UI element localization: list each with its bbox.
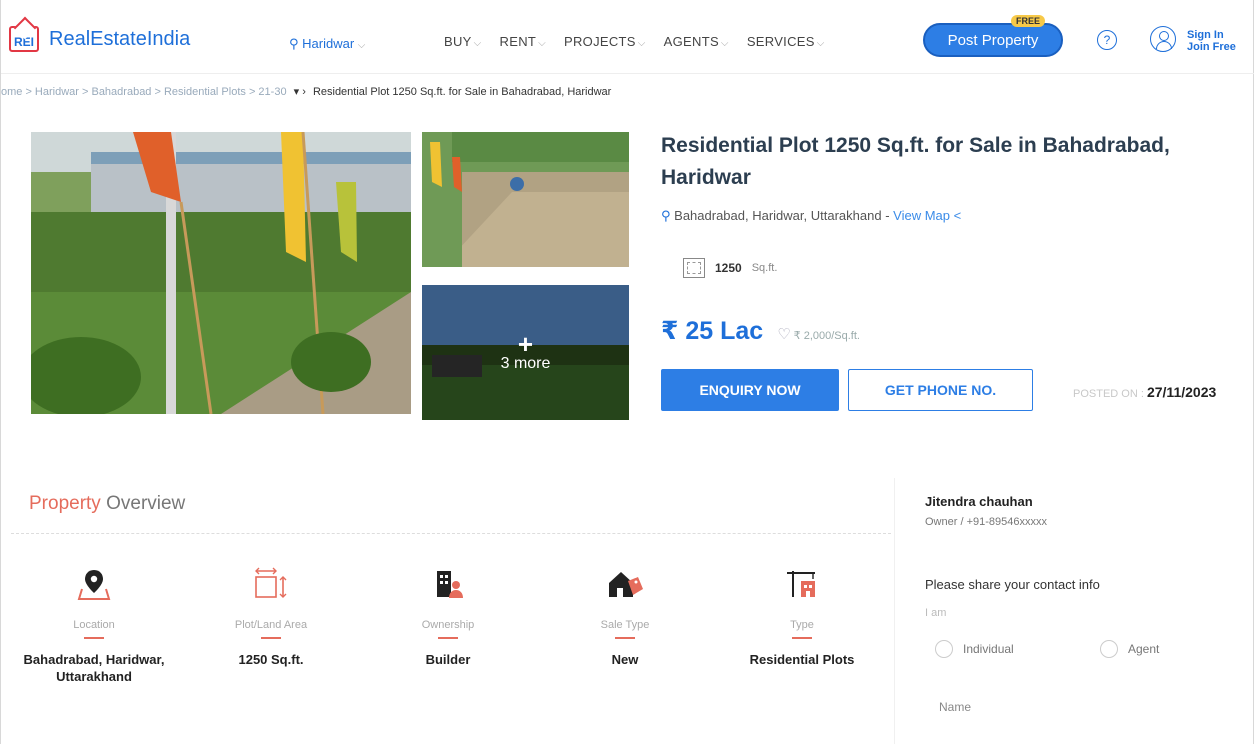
chevron-down-icon: ⌵ bbox=[538, 38, 547, 49]
posted-label: POSTED ON : bbox=[1073, 388, 1144, 400]
heart-icon[interactable]: ♡ bbox=[777, 326, 790, 343]
nav-item-rent[interactable]: RENT ⌵ bbox=[500, 34, 546, 49]
overview-title-b: Overview bbox=[106, 493, 186, 514]
radio-label: Agent bbox=[1128, 642, 1160, 656]
logo-text: RealEstateIndia bbox=[49, 27, 191, 50]
map-pin-icon: ⚲ bbox=[289, 36, 299, 51]
name-field[interactable]: Name bbox=[939, 700, 971, 714]
location-text: Bahadrabad, Haridwar, Uttarakhand bbox=[674, 208, 882, 223]
contact-panel: Jitendra chauhan Owner / +91-89546xxxxx … bbox=[894, 478, 1249, 744]
breadcrumb-current: Residential Plot 1250 Sq.ft. for Sale in… bbox=[312, 86, 612, 98]
chevron-down-icon: ⌵ bbox=[720, 38, 729, 49]
area-icon bbox=[186, 565, 356, 603]
overview-value: 1250 Sq.ft. bbox=[238, 652, 304, 667]
property-location: ⚲ Bahadrabad, Haridwar, Uttarakhand - Vi… bbox=[661, 208, 962, 223]
overview-label: Ownership bbox=[421, 619, 475, 631]
overview-item-type: Type Residential Plots bbox=[717, 565, 887, 668]
property-photo-3[interactable]: + 3 more bbox=[422, 285, 629, 420]
radio-agent[interactable]: Agent bbox=[1100, 628, 1159, 670]
logo[interactable]: REI RealEstateIndia bbox=[9, 26, 190, 52]
breadcrumb: ome > Haridwar > Bahadrabad > Residentia… bbox=[1, 85, 611, 98]
page: REI RealEstateIndia ⚲ Haridwar ⌵ BUY ⌵ RE… bbox=[0, 0, 1254, 744]
posted-date: 27/11/2023 bbox=[1146, 384, 1217, 400]
more-photos-label: 3 more bbox=[500, 354, 551, 372]
plot-type-icon bbox=[717, 565, 887, 603]
plus-icon: + bbox=[517, 328, 534, 359]
radio-label: Individual bbox=[963, 642, 1014, 656]
post-property-button[interactable]: Post Property bbox=[923, 23, 1063, 57]
dropdown-arrow-icon[interactable]: ▾ › bbox=[294, 86, 306, 98]
owner-name: Jitendra chauhan bbox=[925, 494, 1033, 509]
divider-dash bbox=[792, 637, 812, 639]
free-badge: FREE bbox=[1011, 15, 1046, 27]
sign-in-link[interactable]: Sign In Join Free bbox=[1187, 29, 1236, 53]
overview-label: Sale Type bbox=[600, 619, 650, 631]
view-map-link[interactable]: View Map bbox=[893, 208, 950, 223]
radio-circle-icon[interactable] bbox=[1100, 640, 1118, 658]
owner-phone: Owner / +91-89546xxxxx bbox=[925, 516, 1047, 528]
overview-value: Bahadrabad, Haridwar, Uttarakhand bbox=[23, 652, 165, 684]
share-icon[interactable]: < bbox=[954, 208, 962, 223]
overview-divider bbox=[11, 533, 891, 534]
overview-value: New bbox=[611, 652, 639, 667]
chevron-down-icon: ⌵ bbox=[816, 38, 825, 49]
help-icon[interactable]: ? bbox=[1097, 30, 1117, 50]
overview-label: Location bbox=[73, 619, 115, 631]
chevron-down-icon: ⌵ bbox=[473, 38, 482, 49]
map-pin-icon: ⚲ bbox=[661, 208, 671, 223]
overview-label: Type bbox=[790, 619, 814, 631]
area-info: 1250 Sq.ft. bbox=[683, 258, 777, 278]
main-nav: BUY ⌵ RENT ⌵ PROJECTS ⌵ AGENTS ⌵ SERVICES ⌵ bbox=[444, 34, 825, 49]
price-value: ₹ 25 Lac bbox=[661, 317, 764, 345]
user-icon[interactable] bbox=[1150, 26, 1176, 52]
i-am-label: I am bbox=[925, 607, 947, 619]
overview-item-location: Location Bahadrabad, Haridwar, Uttarakha… bbox=[9, 565, 179, 685]
building-owner-icon bbox=[363, 565, 533, 603]
property-overview-heading: Property Overview bbox=[29, 493, 185, 515]
sign-in-label[interactable]: Sign In bbox=[1187, 29, 1236, 41]
join-free-label[interactable]: Join Free bbox=[1187, 41, 1236, 53]
radio-circle-icon[interactable] bbox=[935, 640, 953, 658]
chevron-down-icon: ⌵ bbox=[357, 40, 366, 51]
divider-dash bbox=[438, 637, 458, 639]
logo-mark-icon: REI bbox=[9, 26, 39, 52]
property-photo-2[interactable] bbox=[422, 132, 629, 267]
overview-value: Builder bbox=[425, 652, 471, 667]
nav-item-projects[interactable]: PROJECTS ⌵ bbox=[564, 34, 646, 49]
overview-title-a: Property bbox=[29, 493, 101, 514]
enquiry-now-button[interactable]: ENQUIRY NOW bbox=[661, 369, 839, 411]
overview-item-sale-type: Sale Type New bbox=[540, 565, 710, 668]
nav-item-buy[interactable]: BUY ⌵ bbox=[444, 34, 482, 49]
chevron-down-icon: ⌵ bbox=[637, 38, 646, 49]
price-rate: ♡ ₹ 2,000/Sq.ft. bbox=[777, 325, 860, 343]
posted-on: POSTED ON : 27/11/2023 bbox=[1073, 384, 1216, 400]
more-photos-overlay[interactable]: + 3 more bbox=[422, 285, 629, 420]
overview-item-ownership: Ownership Builder bbox=[363, 565, 533, 668]
site-header: REI RealEstateIndia ⚲ Haridwar ⌵ BUY ⌵ RE… bbox=[1, 0, 1254, 74]
nav-item-agents[interactable]: AGENTS ⌵ bbox=[664, 34, 729, 49]
house-tag-icon bbox=[540, 565, 710, 603]
overview-label: Plot/Land Area bbox=[234, 619, 308, 631]
get-phone-button[interactable]: GET PHONE NO. bbox=[848, 369, 1033, 411]
radio-individual[interactable]: Individual bbox=[935, 628, 1014, 670]
area-unit: Sq.ft. bbox=[751, 262, 778, 274]
location-pin-icon bbox=[9, 565, 179, 603]
divider-dash bbox=[84, 637, 104, 639]
price-block: ₹ 25 Lac ♡ ₹ 2,000/Sq.ft. bbox=[661, 316, 860, 346]
divider-dash bbox=[261, 637, 281, 639]
area-value: 1250 bbox=[715, 261, 742, 275]
rate-text: ₹ 2,000/Sq.ft. bbox=[793, 330, 860, 342]
property-title: Residential Plot 1250 Sq.ft. for Sale in… bbox=[661, 134, 1170, 189]
city-label: Haridwar bbox=[302, 36, 355, 51]
nav-item-services[interactable]: SERVICES ⌵ bbox=[747, 34, 825, 49]
city-selector[interactable]: ⚲ Haridwar ⌵ bbox=[289, 36, 365, 52]
main-property-photo[interactable] bbox=[31, 132, 411, 414]
overview-value: Residential Plots bbox=[749, 652, 855, 667]
breadcrumb-trail[interactable]: ome > Haridwar > Bahadrabad > Residentia… bbox=[1, 86, 287, 98]
divider-dash bbox=[615, 637, 635, 639]
area-icon bbox=[683, 258, 705, 278]
share-contact-prompt: Please share your contact info bbox=[925, 577, 1100, 592]
overview-item-area: Plot/Land Area 1250 Sq.ft. bbox=[186, 565, 356, 668]
